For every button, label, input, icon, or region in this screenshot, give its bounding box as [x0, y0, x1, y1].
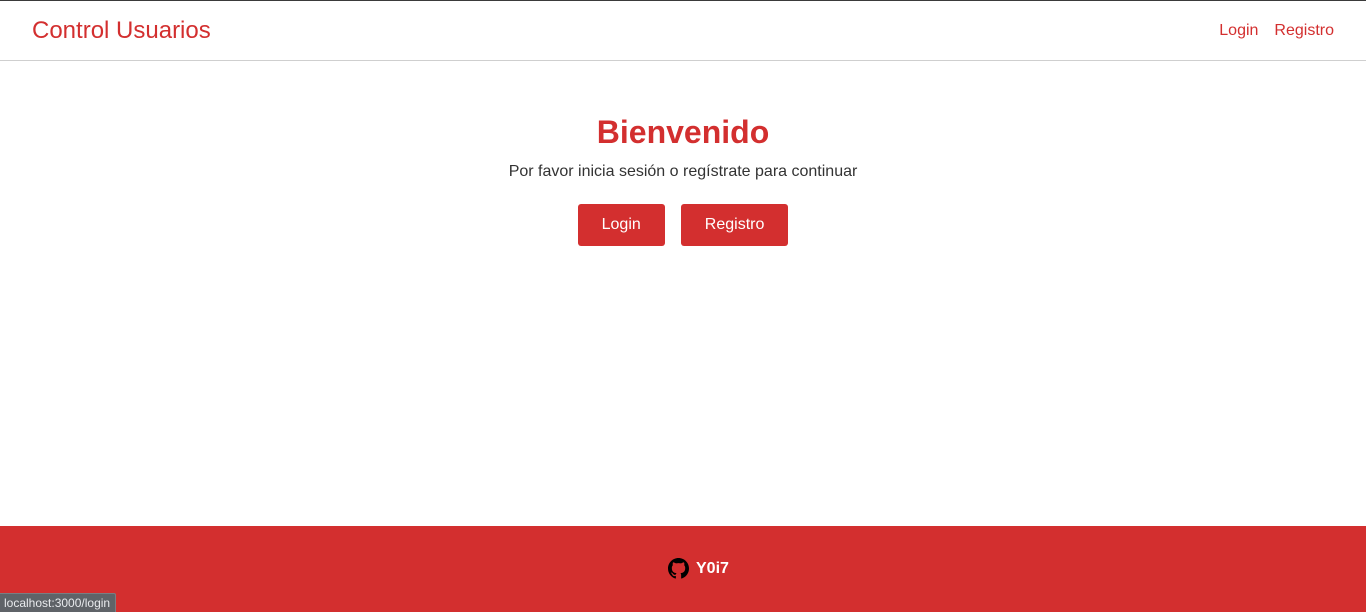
- hero-actions: Login Registro: [0, 204, 1366, 246]
- login-button[interactable]: Login: [577, 204, 665, 246]
- nav-register-link[interactable]: Registro: [1274, 21, 1334, 41]
- status-bar-url: localhost:3000/login: [0, 593, 117, 612]
- page-title: Bienvenido: [596, 114, 770, 150]
- github-icon: [668, 558, 689, 579]
- navbar: Control Usuarios Login Registro: [0, 0, 1366, 61]
- github-username: Y0i7: [696, 559, 729, 577]
- register-button[interactable]: Registro: [680, 204, 789, 246]
- hero-section: Bienvenido Por favor inicia sesión o reg…: [0, 112, 1366, 246]
- nav-links: Login Registro: [1219, 21, 1334, 41]
- page: Control Usuarios Login Registro Bienveni…: [0, 0, 1366, 612]
- footer: Y0i7: [0, 526, 1366, 612]
- github-profile-link[interactable]: Y0i7: [668, 558, 729, 579]
- nav-login-link[interactable]: Login: [1219, 21, 1258, 41]
- page-subtitle: Por favor inicia sesión o regístrate par…: [508, 163, 858, 180]
- brand-link[interactable]: Control Usuarios: [32, 17, 211, 45]
